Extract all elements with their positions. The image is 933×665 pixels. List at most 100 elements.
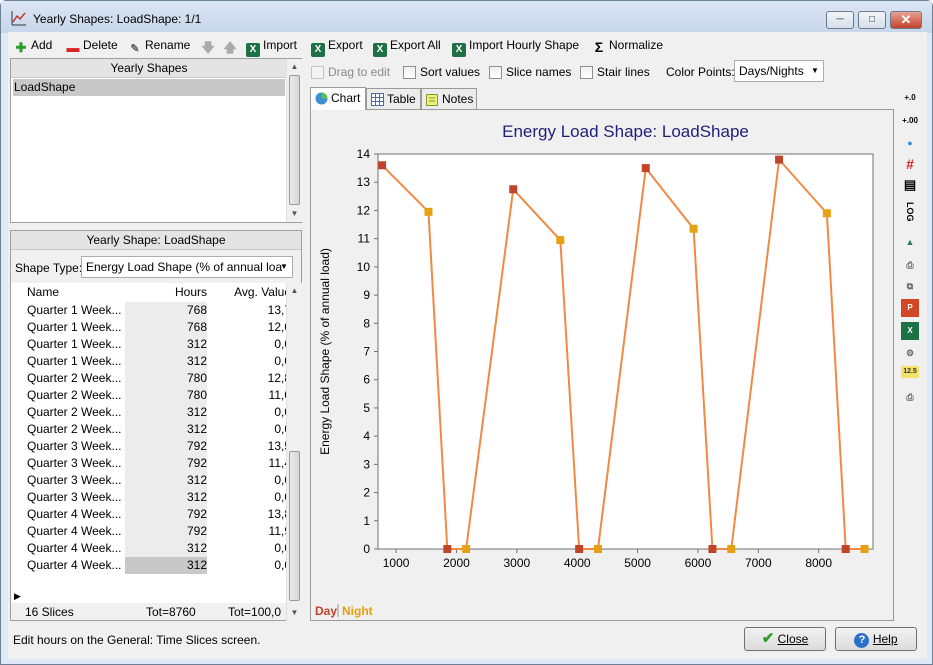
cell-name: Quarter 2 Week... [27, 405, 122, 419]
list-item[interactable]: LoadShape [13, 79, 285, 96]
cell-hours[interactable]: 312 [125, 540, 207, 557]
cell-name: Quarter 1 Week... [27, 320, 122, 334]
data-point-day [641, 164, 650, 173]
cell-hours[interactable]: 792 [125, 506, 207, 523]
close-window-button[interactable]: ✕ [890, 11, 922, 29]
table-row[interactable]: Quarter 3 Week... 312 0,0 [25, 489, 293, 506]
move-up-button[interactable]: 🡅 [223, 37, 240, 55]
cell-hours[interactable]: 312 [125, 472, 207, 489]
number-format-icon[interactable]: 12.5 [901, 366, 919, 378]
zoom-y-icon[interactable]: +.00 [901, 112, 919, 130]
y-tick-label: 14 [357, 147, 371, 161]
cell-name: Quarter 3 Week... [27, 456, 122, 470]
table-row[interactable]: Quarter 1 Week... 312 0,0 [25, 353, 293, 370]
scroll-up-icon[interactable]: ▲ [287, 283, 302, 298]
legend-icon[interactable]: ▤ [901, 176, 919, 194]
cell-hours[interactable]: 312 [125, 336, 207, 353]
export-all-button[interactable]: X Export All [373, 37, 441, 57]
scroll-up-icon[interactable]: ▲ [287, 59, 302, 74]
chevron-down-icon: ▼ [280, 262, 288, 271]
cell-hours[interactable]: 312 [125, 404, 207, 421]
minimize-button[interactable]: ─ [826, 11, 854, 29]
grid-icon[interactable]: # [901, 155, 919, 173]
cell-hours[interactable]: 312 [125, 353, 207, 370]
print-preview-icon[interactable]: ⎙ [901, 256, 919, 274]
color-points-select[interactable]: Days/Nights ▼ [734, 60, 824, 82]
tab-table[interactable]: Table [366, 88, 421, 110]
cell-hours[interactable]: 312 [125, 557, 207, 574]
normalize-button[interactable]: Σ Normalize [592, 37, 663, 55]
slices-scrollbar[interactable]: ▲ ▼ [286, 283, 302, 621]
table-row[interactable]: Quarter 4 Week... 312 0,0 [25, 540, 293, 557]
maximize-button[interactable]: □ [858, 11, 886, 29]
axis-icon[interactable]: ▲ [901, 233, 919, 251]
drag-to-edit-checkbox[interactable]: Drag to edit [311, 65, 390, 79]
cell-hours[interactable]: 780 [125, 370, 207, 387]
yearly-shapes-scrollbar[interactable]: ▲ ▼ [286, 59, 302, 222]
delete-button[interactable]: ▬ Delete [66, 37, 118, 55]
table-row[interactable]: Quarter 1 Week... 768 13,7 [25, 302, 293, 319]
data-point-day [775, 155, 784, 164]
export-excel-icon[interactable]: X [901, 322, 919, 340]
table-row[interactable]: Quarter 2 Week... 780 11,0 [25, 387, 293, 404]
tab-notes[interactable]: Notes [421, 88, 477, 110]
import-button[interactable]: X Import [246, 37, 297, 57]
help-button[interactable]: ? Help [835, 627, 917, 651]
tab-chart[interactable]: Chart [310, 87, 366, 110]
column-name[interactable]: Name [27, 283, 59, 302]
table-row[interactable]: Quarter 3 Week... 792 13,5 [25, 438, 293, 455]
minus-icon: ▬ [66, 40, 80, 55]
zoom-x-icon[interactable]: +.0 [901, 89, 919, 107]
stair-lines-checkbox[interactable]: Stair lines [580, 65, 650, 79]
scroll-thumb[interactable] [289, 75, 300, 205]
yearly-shapes-window: Yearly Shapes: LoadShape: 1/1 ─ □ ✕ ✚ Add… [0, 0, 933, 665]
column-avg-value[interactable]: Avg. Value [234, 283, 291, 302]
shape-type-select[interactable]: Energy Load Shape (% of annual loa ▼ [81, 256, 293, 278]
settings-icon[interactable]: ⚙ [901, 344, 919, 362]
cell-hours[interactable]: 792 [125, 438, 207, 455]
colors-icon[interactable]: ● [901, 134, 919, 152]
rename-button[interactable]: ✎ Rename [128, 37, 190, 55]
powerpoint-icon[interactable]: P [901, 299, 919, 317]
table-row[interactable]: Quarter 3 Week... 792 11,4 [25, 455, 293, 472]
cell-hours[interactable]: 792 [125, 523, 207, 540]
scroll-down-icon[interactable]: ▼ [287, 605, 302, 620]
cell-name: Quarter 4 Week... [27, 541, 122, 555]
table-row[interactable]: Quarter 3 Week... 312 0,0 [25, 472, 293, 489]
yearly-shape-header: Yearly Shape: LoadShape [11, 231, 301, 250]
table-row[interactable]: Quarter 4 Week... 792 13,8 [25, 506, 293, 523]
scroll-down-icon[interactable]: ▼ [287, 206, 302, 221]
table-row[interactable]: Quarter 4 Week... 312 0,0 [25, 557, 293, 574]
table-row[interactable]: Quarter 1 Week... 312 0,0 [25, 336, 293, 353]
copy-icon[interactable]: ⧉ [901, 277, 919, 295]
move-down-button[interactable]: 🡇 [201, 37, 218, 55]
close-button[interactable]: ✔ Close [744, 627, 826, 651]
cell-hours[interactable]: 768 [125, 319, 207, 336]
add-button[interactable]: ✚ Add [14, 37, 53, 55]
data-point-night [689, 224, 698, 233]
y-tick-label: 7 [363, 345, 370, 359]
table-row[interactable]: Quarter 4 Week... 792 11,9 [25, 523, 293, 540]
cell-hours[interactable]: 312 [125, 421, 207, 438]
arrow-up-icon: 🡅 [223, 40, 237, 55]
title-bar[interactable]: Yearly Shapes: LoadShape: 1/1 ─ □ ✕ [1, 1, 932, 33]
table-row[interactable]: Quarter 2 Week... 780 12,8 [25, 370, 293, 387]
table-row[interactable]: Quarter 1 Week... 768 12,0 [25, 319, 293, 336]
log-scale-icon[interactable]: LOG [901, 199, 919, 225]
table-row[interactable]: Quarter 2 Week... 312 0,0 [25, 421, 293, 438]
cell-hours[interactable]: 768 [125, 302, 207, 319]
chart-icon [11, 11, 26, 26]
slice-count: 16 Slices [25, 605, 74, 619]
column-hours[interactable]: Hours [175, 283, 207, 302]
scroll-thumb[interactable] [289, 451, 300, 601]
x-tick-label: 7000 [745, 556, 772, 570]
sort-values-checkbox[interactable]: Sort values [403, 65, 480, 79]
table-row[interactable]: Quarter 2 Week... 312 0,0 [25, 404, 293, 421]
cell-hours[interactable]: 792 [125, 455, 207, 472]
export-button[interactable]: X Export [311, 37, 363, 57]
cell-hours[interactable]: 780 [125, 387, 207, 404]
slice-names-checkbox[interactable]: Slice names [489, 65, 571, 79]
cell-hours[interactable]: 312 [125, 489, 207, 506]
import-hourly-shape-button[interactable]: X Import Hourly Shape [452, 37, 579, 57]
print-icon[interactable]: ⎙ [901, 388, 919, 406]
